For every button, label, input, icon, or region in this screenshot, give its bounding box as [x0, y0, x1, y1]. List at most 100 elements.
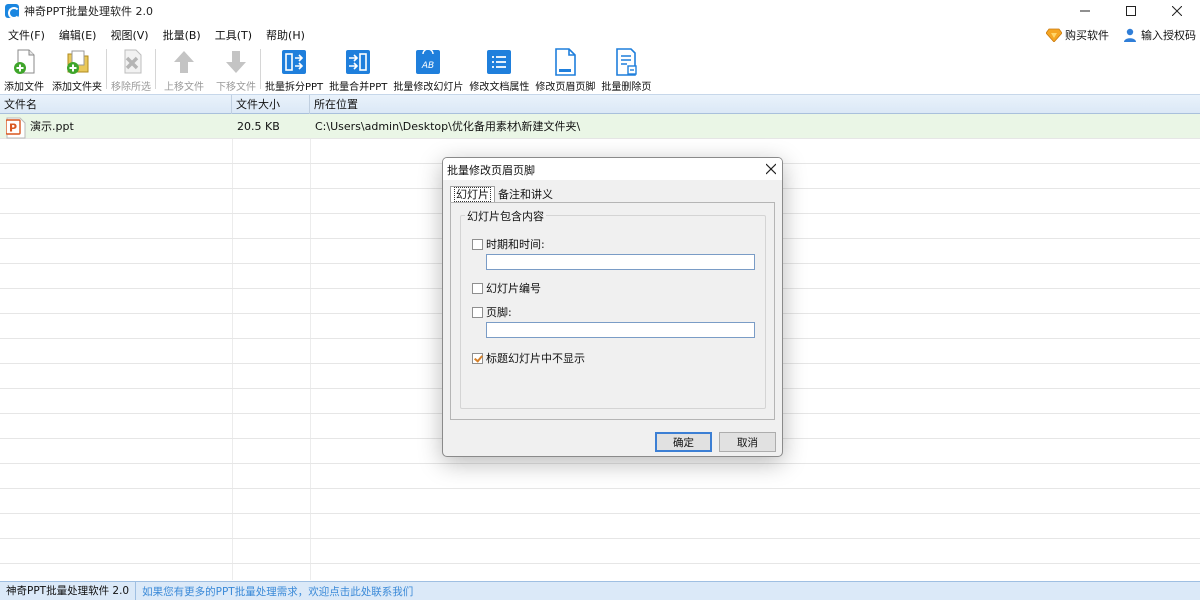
- footer-input[interactable]: [486, 322, 755, 338]
- menu-bar: 文件(F) 编辑(E) 视图(V) 批量(B) 工具(T) 帮助(H) 购买软件…: [0, 25, 1200, 45]
- toolbar-divider: [155, 49, 156, 89]
- modify-properties-label: 修改文档属性: [469, 82, 530, 93]
- file-name-cell: 演示.ppt: [30, 120, 74, 133]
- close-button[interactable]: [1154, 0, 1200, 22]
- date-time-input[interactable]: [486, 254, 755, 270]
- modify-header-footer-label: 修改页眉页脚: [535, 82, 596, 93]
- remove-icon: [124, 49, 142, 74]
- add-file-button[interactable]: 添加文件: [4, 47, 44, 93]
- tab-slides[interactable]: 幻灯片: [450, 186, 495, 203]
- batch-merge-label: 批量合并PPT: [329, 82, 388, 93]
- move-up-label: 上移文件: [164, 82, 204, 93]
- hide-on-title-slide-checkbox[interactable]: [472, 352, 483, 364]
- slide-content-group: 幻灯片包含内容 时期和时间: 幻灯片编号 页脚: 标题幻灯片中不显示: [460, 208, 766, 409]
- svg-text:AB: AB: [421, 61, 434, 71]
- batch-merge-button[interactable]: 批量合并PPT: [329, 47, 387, 93]
- footer-option[interactable]: 页脚:: [472, 304, 512, 320]
- cancel-button[interactable]: 取消: [719, 432, 776, 452]
- slide-number-option[interactable]: 幻灯片编号: [472, 280, 541, 296]
- toolbar-divider: [106, 49, 107, 89]
- hide-on-title-slide-label: 标题幻灯片中不显示: [486, 352, 585, 365]
- menu-batch[interactable]: 批量(B): [163, 27, 201, 43]
- add-folder-label: 添加文件夹: [52, 82, 102, 93]
- minimize-button[interactable]: [1062, 0, 1108, 22]
- close-icon: [765, 163, 777, 175]
- table-row[interactable]: P 演示.ppt 20.5 KB C:\Users\admin\Desktop\…: [0, 114, 1200, 139]
- maximize-icon: [1126, 6, 1136, 16]
- dialog-tabs: 幻灯片 备注和讲义: [450, 185, 556, 203]
- remove-selected-label: 移除所选: [111, 82, 151, 93]
- dialog-title-bar: 批量修改页眉页脚: [443, 158, 782, 180]
- dialog-title: 批量修改页眉页脚: [447, 164, 535, 177]
- menu-file[interactable]: 文件(F): [8, 27, 45, 43]
- dialog-close-button[interactable]: [765, 160, 777, 182]
- move-down-button[interactable]: 下移文件: [216, 47, 256, 93]
- maximize-button[interactable]: [1108, 0, 1154, 22]
- title-bar: 神奇PPT批量处理软件 2.0: [0, 0, 1200, 22]
- date-time-label: 时期和时间:: [486, 238, 545, 251]
- table-row: [0, 514, 1200, 539]
- remove-selected-button[interactable]: 移除所选: [111, 47, 151, 93]
- menu-edit[interactable]: 编辑(E): [59, 27, 97, 43]
- column-header-size[interactable]: 文件大小: [232, 95, 310, 114]
- enter-license-link[interactable]: 输入授权码: [1123, 27, 1196, 43]
- batch-modify-slides-button[interactable]: AB 批量修改幻灯片: [393, 47, 463, 93]
- buy-software-label: 购买软件: [1065, 29, 1109, 42]
- footer-checkbox[interactable]: [472, 306, 483, 318]
- add-file-icon: [14, 49, 35, 74]
- add-folder-icon: [67, 50, 89, 74]
- column-header-location[interactable]: 所在位置: [310, 95, 1200, 114]
- close-icon: [1172, 6, 1182, 16]
- menu-view[interactable]: 视图(V): [110, 27, 148, 43]
- file-location-cell: C:\Users\admin\Desktop\优化备用素材\新建文件夹\: [315, 120, 581, 133]
- ab-slide-icon: AB: [416, 49, 441, 74]
- toolbar: 添加文件 添加文件夹 移除所选 上移文件 下移文件 批量拆分PPT 批量合并PP…: [0, 47, 1200, 93]
- header-footer-icon: [555, 48, 577, 76]
- status-bar: 神奇PPT批量处理软件 2.0 如果您有更多的PPT批量处理需求，欢迎点击此处联…: [0, 581, 1200, 600]
- move-down-label: 下移文件: [216, 82, 256, 93]
- window-controls: [1062, 0, 1200, 22]
- table-row: [0, 464, 1200, 489]
- tab-notes-handouts[interactable]: 备注和讲义: [495, 187, 556, 203]
- minimize-icon: [1080, 10, 1090, 12]
- file-list-header: 文件名 文件大小 所在位置: [0, 94, 1200, 114]
- batch-modify-slides-label: 批量修改幻灯片: [393, 82, 464, 93]
- column-header-name[interactable]: 文件名: [0, 95, 232, 114]
- slide-number-label: 幻灯片编号: [486, 282, 541, 295]
- menu-tools[interactable]: 工具(T): [215, 27, 252, 43]
- arrow-up-icon: [174, 51, 194, 73]
- hide-on-title-slide-option[interactable]: 标题幻灯片中不显示: [472, 350, 585, 366]
- batch-delete-page-label: 批量删除页: [601, 82, 652, 93]
- modify-header-footer-button[interactable]: 修改页眉页脚: [535, 47, 595, 93]
- modify-properties-button[interactable]: 修改文档属性: [469, 47, 529, 93]
- tab-notes-handouts-label: 备注和讲义: [498, 188, 553, 201]
- merge-icon: [346, 50, 371, 74]
- status-app-name: 神奇PPT批量处理软件 2.0: [0, 581, 137, 600]
- slides-tab-panel: 幻灯片包含内容 时期和时间: 幻灯片编号 页脚: 标题幻灯片中不显示: [450, 202, 775, 420]
- menu-help[interactable]: 帮助(H): [266, 27, 305, 43]
- date-time-option[interactable]: 时期和时间:: [472, 236, 545, 252]
- batch-split-button[interactable]: 批量拆分PPT: [265, 47, 323, 93]
- ok-button[interactable]: 确定: [655, 432, 712, 452]
- add-folder-button[interactable]: 添加文件夹: [52, 47, 102, 93]
- date-time-checkbox[interactable]: [472, 238, 483, 250]
- batch-delete-page-button[interactable]: 批量删除页: [601, 47, 651, 93]
- file-size-cell: 20.5 KB: [237, 120, 280, 133]
- ppt-file-icon: P: [6, 117, 26, 139]
- enter-license-label: 输入授权码: [1141, 29, 1196, 42]
- footer-label: 页脚:: [486, 306, 512, 319]
- add-file-label: 添加文件: [4, 82, 44, 93]
- tab-slides-label: 幻灯片: [454, 187, 491, 202]
- window-title: 神奇PPT批量处理软件 2.0: [24, 5, 153, 18]
- move-up-button[interactable]: 上移文件: [164, 47, 204, 93]
- slide-number-checkbox[interactable]: [472, 282, 483, 294]
- batch-split-label: 批量拆分PPT: [265, 82, 324, 93]
- delete-page-icon: [616, 48, 638, 76]
- toolbar-divider: [260, 49, 261, 89]
- table-row: [0, 539, 1200, 564]
- split-icon: [282, 50, 307, 74]
- table-row: [0, 489, 1200, 514]
- properties-icon: [487, 50, 512, 74]
- buy-software-link[interactable]: 购买软件: [1046, 27, 1109, 43]
- contact-us-link[interactable]: 如果您有更多的PPT批量处理需求，欢迎点击此处联系我们: [136, 584, 413, 599]
